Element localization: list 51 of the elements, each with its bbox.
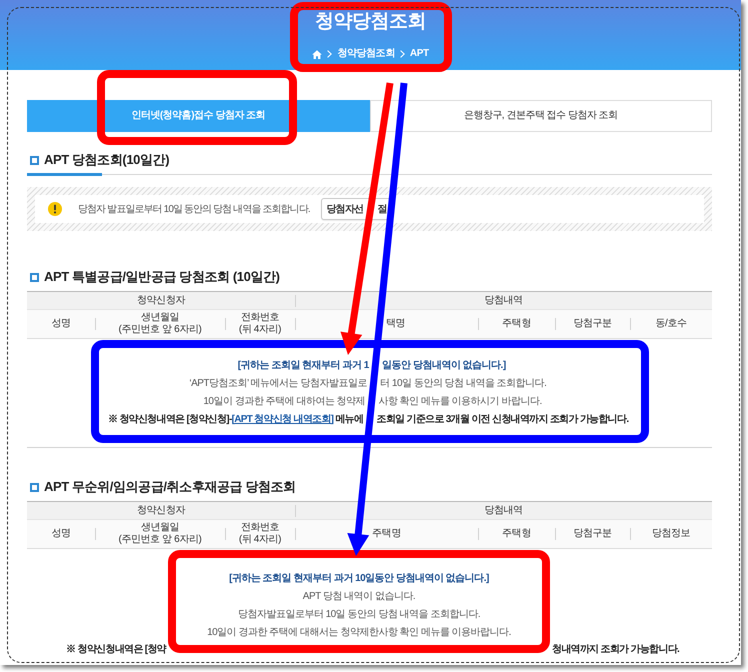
message-text: APT 당첨 내역이 없습니다. <box>302 590 416 604</box>
column-header: 택명 <box>386 318 406 330</box>
column-note: (주민번호 앞 6자리) <box>118 534 202 546</box>
notice-text: 당첨자 발표일로부터 10일 동안의 당첨 내역을 조회합니다. <box>78 202 310 216</box>
column-group-header: 당첨내역 <box>484 294 523 306</box>
column-note: (뒤 4자리) <box>238 324 282 336</box>
column-header: 생년월일 <box>140 312 180 324</box>
message-heading: [귀하는 조회일 현재부터 과거 1 <box>238 358 369 372</box>
square-bullet-icon <box>30 482 39 492</box>
column-note: (뒤 4자리) <box>238 534 282 546</box>
column-header: 주택형 <box>502 318 531 330</box>
column-header: 전화번호 <box>240 522 280 534</box>
section-title: APT 무순위/임의공급/취소후재공급 당첨조회 <box>44 478 296 496</box>
note-text: ※ 청약신청내역은 [청약신청]-[APT 청약신청 내역조회] 메뉴에 <box>108 412 364 426</box>
note-text: 청내역까지 조회가 가능합니다. <box>552 642 680 656</box>
tab[interactable]: 은행창구, 견본주택 접수 당첨자 조회 <box>370 100 712 132</box>
column-group-header: 청약신청자 <box>136 504 185 516</box>
message-text: 10일이 경과한 주택에 대해서는 청약제한사항 확인 메뉴를 이용바랍니다. <box>207 626 511 640</box>
message-text: 당첨자발표일로부터 10일 동안의 당첨 내역을 조회합니다. <box>238 608 480 622</box>
column-header: 주택명 <box>372 528 401 540</box>
column-note: (주민번호 앞 6자리) <box>118 324 202 336</box>
page-title: 청약당첨조회 <box>315 10 426 34</box>
message-text: ‘APT당첨조회’ 메뉴에서는 당첨자발표일로 <box>189 376 367 390</box>
message-text: 터 10일 동안의 당첨 내역을 조회합니다. <box>380 376 546 390</box>
column-header: 주택형 <box>502 528 531 540</box>
column-header: 전화번호 <box>240 312 280 324</box>
chevron-icon <box>400 50 405 58</box>
chevron-icon <box>327 50 332 58</box>
message-text: 사항 확인 메뉴를 이용하시기 바랍니다. <box>378 394 542 408</box>
column-header: 당첨정보 <box>652 528 690 540</box>
message-text: 10일이 경과한 주택에 대하여는 청약제 <box>203 394 366 408</box>
column-header: 생년월일 <box>140 522 180 534</box>
square-bullet-icon <box>30 156 39 164</box>
message-heading: 일동안 당첨내역이 없습니다.] <box>382 358 506 372</box>
square-bullet-icon <box>30 272 39 282</box>
column-group-header: 청약신청자 <box>136 294 185 306</box>
column-header: 성명 <box>51 528 71 540</box>
home-icon[interactable] <box>312 50 322 58</box>
breadcrumb-current: APT <box>410 48 429 60</box>
message-heading: [귀하는 조회일 현재부터 과거 10일동안 당첨내역이 없습니다.] <box>229 572 489 586</box>
column-header: 성명 <box>51 318 71 330</box>
column-header: 동/호수 <box>655 318 687 330</box>
column-group-header: 당첨내역 <box>484 504 523 516</box>
note-link[interactable]: [APT 청약신청 내역조회] <box>232 414 334 424</box>
exclamation-icon <box>48 202 62 216</box>
column-header: 당첨구분 <box>573 318 612 330</box>
note-text: 조회일 기준으로 3개월 이전 신청내역까지 조회가 가능합니다. <box>376 412 628 426</box>
section-title: APT 당첨조회(10일간) <box>44 151 170 170</box>
section-title: APT 특별공급/일반공급 당첨조회 (10일간) <box>44 268 280 286</box>
note-text: ※ 청약신청내역은 [청약 <box>66 642 166 656</box>
column-header: 당첨구분 <box>573 528 612 540</box>
